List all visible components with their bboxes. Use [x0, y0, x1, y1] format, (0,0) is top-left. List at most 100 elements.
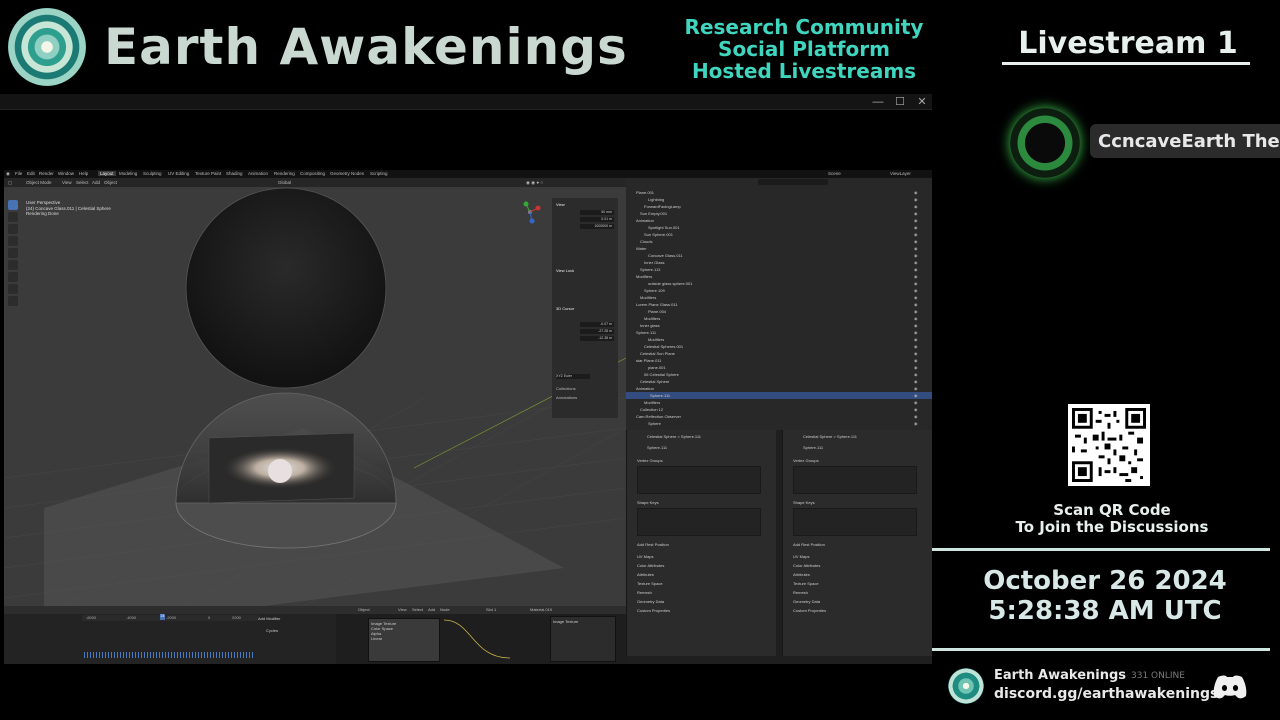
properties-panel-right[interactable]: Celestial Sphere > Sphere.111 Sphere.111…	[782, 430, 932, 656]
mesh-name-field[interactable]: Sphere.111	[647, 445, 667, 450]
visibility-eye-icon[interactable]: ◉	[914, 365, 924, 370]
visibility-eye-icon[interactable]: ◉	[914, 225, 924, 230]
tab-animation[interactable]: Animation	[248, 171, 268, 176]
prop-section[interactable]: Attributes	[637, 572, 654, 577]
visibility-eye-icon[interactable]: ◉	[914, 407, 924, 412]
visibility-eye-icon[interactable]: ◉	[914, 281, 924, 286]
move-tool-icon[interactable]	[8, 224, 18, 234]
add-cube-tool-icon[interactable]	[8, 296, 18, 306]
visibility-eye-icon[interactable]: ◉	[914, 295, 924, 300]
outliner-row[interactable]: star Plane.011	[636, 357, 662, 364]
outliner-row[interactable]: Cam.Reflection Observer	[636, 413, 681, 420]
visibility-eye-icon[interactable]: ◉	[914, 351, 924, 356]
vertex-group-list[interactable]	[637, 466, 761, 494]
outliner-row[interactable]: Sphere.111	[636, 329, 656, 336]
outliner-row[interactable]: Modifiers	[636, 273, 652, 280]
outliner-row[interactable]: 06 Celestial Sphere	[644, 371, 679, 378]
viewport-menu-object[interactable]: Object	[104, 180, 117, 185]
visibility-eye-icon[interactable]: ◉	[914, 239, 924, 244]
outliner-row[interactable]: Sphere	[648, 420, 661, 427]
outliner-row[interactable]: outside glass sphere.001	[648, 280, 692, 287]
menu-render[interactable]: Render	[39, 171, 54, 176]
shape-key-list[interactable]	[793, 508, 917, 536]
outliner-row[interactable]: Plane.001	[636, 189, 654, 196]
visibility-eye-icon[interactable]: ◉	[914, 211, 924, 216]
visibility-eye-icon[interactable]: ◉	[914, 344, 924, 349]
prop-section[interactable]: Shape Keys	[637, 500, 659, 505]
visibility-eye-icon[interactable]: ◉	[914, 218, 924, 223]
3d-cursor-header[interactable]: 3D Cursor	[556, 306, 574, 311]
prop-section[interactable]: Remesh	[793, 590, 808, 595]
outliner-row[interactable]: Sphere.109	[644, 287, 665, 294]
outliner-row[interactable]: plane.001	[648, 364, 666, 371]
node-menu-view[interactable]: View	[398, 607, 407, 612]
outliner-row[interactable]: Lorem Plane Glass.011	[636, 301, 678, 308]
prop-section[interactable]: Texture Space	[637, 581, 663, 586]
measure-tool-icon[interactable]	[8, 284, 18, 294]
material-slot[interactable]: Slot 1	[486, 607, 496, 612]
outliner-row[interactable]: Celestial Spheres.001	[644, 343, 683, 350]
3d-viewport[interactable]: ▢ Object Mode View Select Add Object Glo…	[4, 178, 626, 606]
visibility-eye-icon[interactable]: ◉	[914, 330, 924, 335]
collections-header[interactable]: Collections	[556, 386, 576, 391]
prop-section[interactable]: Color Attributes	[793, 563, 820, 568]
visibility-eye-icon[interactable]: ◉	[914, 393, 924, 398]
timeline-editor[interactable]: -6000 -4000 -2000 0 2000 24 Add Modifier…	[4, 606, 336, 664]
prop-section[interactable]: Attributes	[793, 572, 810, 577]
shader-object-type[interactable]: Object	[358, 607, 370, 612]
outliner-row[interactable]: Modifiers	[648, 336, 664, 343]
add-modifier-button[interactable]: Add Modifier	[258, 616, 280, 621]
visibility-eye-icon[interactable]: ◉	[914, 386, 924, 391]
outliner-row[interactable]: Collection 12	[640, 406, 663, 413]
add-rest-position-checkbox[interactable]: Add Rest Position	[793, 542, 825, 547]
tab-shading[interactable]: Shading	[226, 171, 243, 176]
cursor-y-field[interactable]: -27.28 m	[580, 329, 614, 334]
playhead[interactable]: 24	[160, 614, 165, 620]
select-tool-icon[interactable]	[8, 200, 18, 210]
viewport-menu-add[interactable]: Add	[92, 180, 100, 185]
blender-logo-icon[interactable]: ◉	[6, 171, 10, 177]
cursor-x-field[interactable]: -0.07 m	[580, 322, 614, 327]
prop-section[interactable]: Vertex Groups	[637, 458, 663, 463]
tab-rendering[interactable]: Rendering	[274, 171, 295, 176]
outliner-row[interactable]: Inner Glass	[644, 259, 664, 266]
outliner-row[interactable]: Spotlight Sun.001	[648, 224, 680, 231]
visibility-eye-icon[interactable]: ◉	[914, 197, 924, 202]
outliner-row[interactable]: Concave Glass.011	[648, 252, 683, 259]
visibility-eye-icon[interactable]: ◉	[914, 190, 924, 195]
outliner-row[interactable]: Sphere.111	[626, 392, 932, 399]
tab-modeling[interactable]: Modeling	[119, 171, 137, 176]
maximize-button[interactable]: ☐	[890, 94, 910, 110]
visibility-eye-icon[interactable]: ◉	[914, 358, 924, 363]
visibility-eye-icon[interactable]: ◉	[914, 400, 924, 405]
visibility-eye-icon[interactable]: ◉	[914, 260, 924, 265]
outliner-row[interactable]: Sun Empty.001	[640, 210, 667, 217]
menu-edit[interactable]: Edit	[27, 171, 35, 176]
outliner-row[interactable]: ForwardFacingLamp	[644, 203, 681, 210]
outliner-row[interactable]: Inner glass	[640, 322, 660, 329]
node-menu-select[interactable]: Select	[412, 607, 423, 612]
outliner[interactable]: Plane.001 ◉ Lightning ◉ ForwardFacingLamp ◉ Su…	[626, 178, 932, 430]
prop-section[interactable]: Custom Properties	[793, 608, 826, 613]
close-button[interactable]: ✕	[912, 94, 932, 110]
visibility-eye-icon[interactable]: ◉	[914, 267, 924, 272]
shading-mode-icons[interactable]: ◉ ◉ ● ○	[526, 180, 543, 186]
outliner-row[interactable]: Celestial Sun Plane	[640, 350, 675, 357]
clip-end-field[interactable]: 1000000 m	[580, 224, 614, 229]
visibility-eye-icon[interactable]: ◉	[914, 253, 924, 258]
prop-section[interactable]: Remesh	[637, 590, 652, 595]
prop-section[interactable]: UV Maps	[637, 554, 653, 559]
annotations-header[interactable]: Annotations	[556, 395, 577, 400]
visibility-eye-icon[interactable]: ◉	[914, 232, 924, 237]
outliner-row[interactable]: Sun Sphere.001	[644, 231, 673, 238]
visibility-eye-icon[interactable]: ◉	[914, 323, 924, 328]
mesh-name-field[interactable]: Sphere.111	[803, 445, 823, 450]
tab-compositing[interactable]: Compositing	[300, 171, 325, 176]
node-menu-add[interactable]: Add	[428, 607, 435, 612]
prop-section[interactable]: Custom Properties	[637, 608, 670, 613]
menu-help[interactable]: Help	[79, 171, 88, 176]
vertex-group-list[interactable]	[793, 466, 917, 494]
properties-panel-left[interactable]: Celestial Sphere > Sphere.111 Sphere.111…	[626, 430, 776, 656]
menu-file[interactable]: File	[15, 171, 22, 176]
shader-editor[interactable]: Object View Select Add Node Slot 1 Mater…	[336, 606, 626, 664]
